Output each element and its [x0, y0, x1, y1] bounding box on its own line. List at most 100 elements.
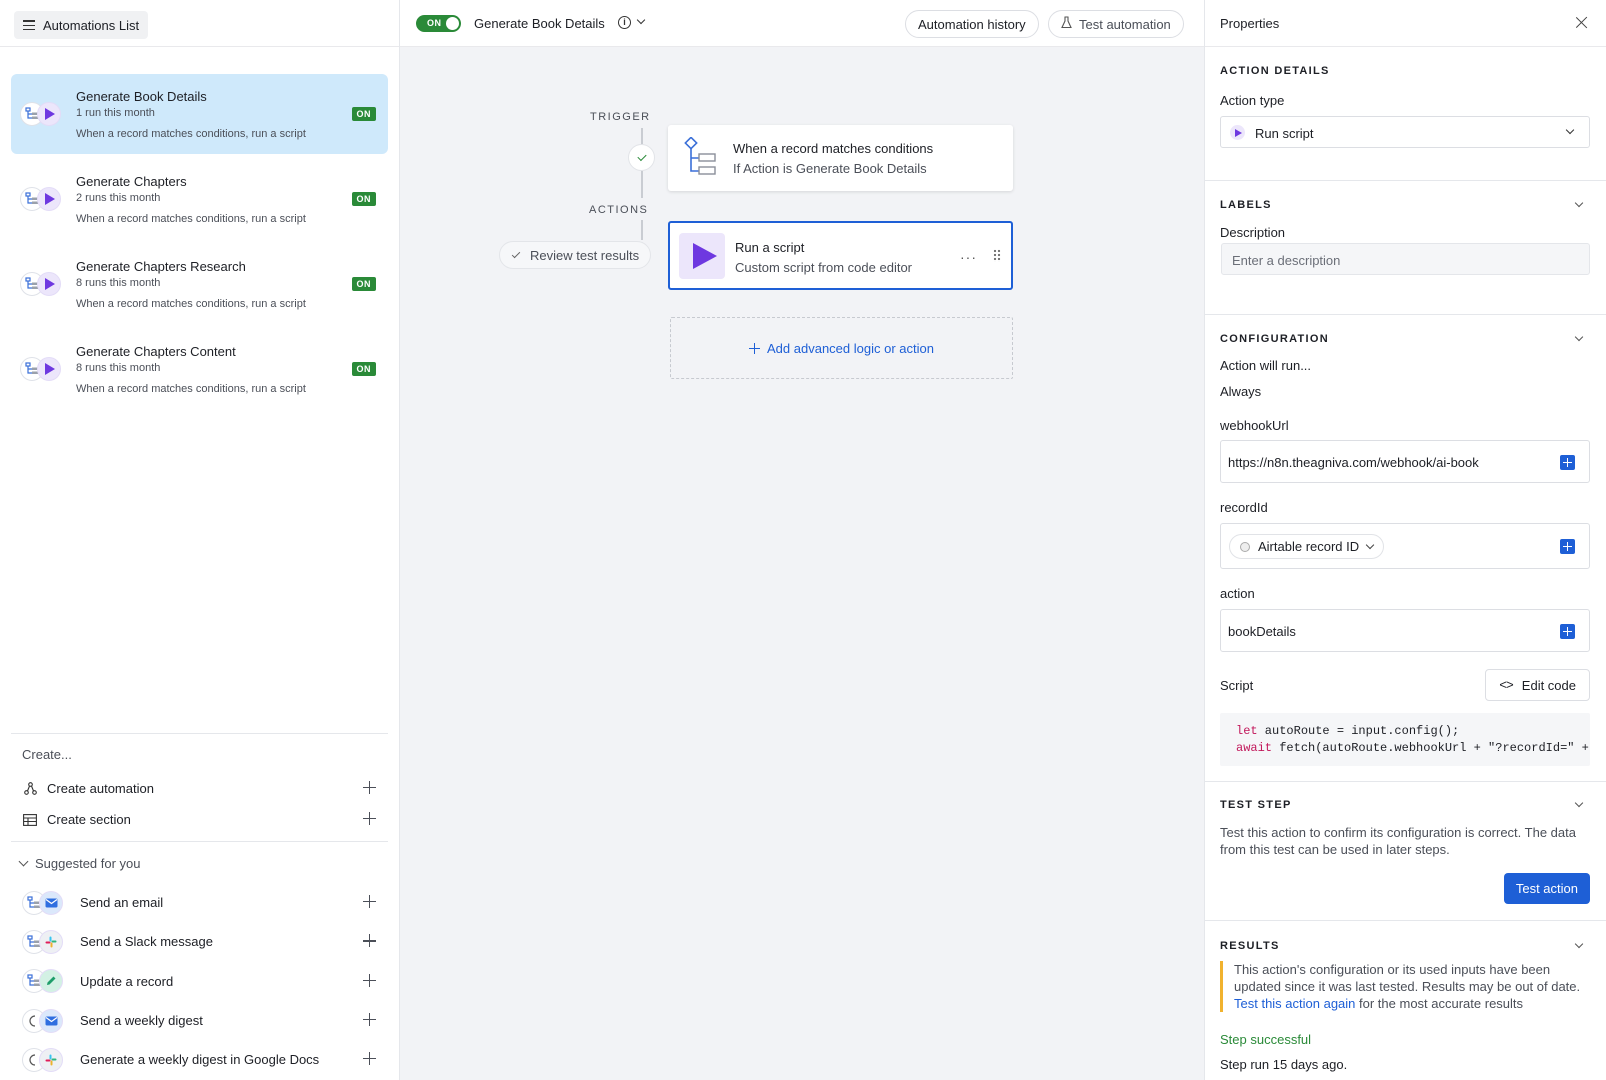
run-script-icon: [37, 357, 61, 381]
results-heading: RESULTS: [1220, 940, 1280, 952]
create-section-label: Create section: [47, 812, 131, 827]
suggestion-weekly-digest[interactable]: Send a weekly digest: [11, 1001, 388, 1040]
add-logic-or-action-button[interactable]: Add advanced logic or action: [670, 317, 1013, 379]
automation-history-button[interactable]: Automation history: [905, 10, 1039, 38]
record-id-field[interactable]: Airtable record ID: [1220, 523, 1590, 569]
status-badge: ON: [351, 107, 376, 121]
description-input[interactable]: Enter a description: [1221, 243, 1590, 275]
warning-text-end: for the most accurate results: [1355, 996, 1524, 1011]
trigger-card[interactable]: When a record matches conditions If Acti…: [668, 125, 1013, 191]
create-section-row[interactable]: Create section: [11, 804, 388, 835]
automation-item-generate-chapters[interactable]: Generate Chapters 2 runs this month When…: [11, 159, 388, 239]
action-field[interactable]: bookDetails: [1220, 609, 1590, 652]
flow-connector: [641, 128, 643, 144]
run-script-icon: [1230, 125, 1245, 140]
chevron-down-icon[interactable]: [1574, 332, 1584, 342]
action-card-title: Run a script: [735, 240, 805, 255]
action-type-label: Action type: [1220, 93, 1285, 108]
status-badge: ON: [351, 192, 376, 206]
plus-icon[interactable]: [363, 973, 376, 987]
suggestion-send-email[interactable]: Send an email: [11, 883, 388, 922]
insert-value-icon[interactable]: [1560, 539, 1575, 554]
plus-icon: [749, 342, 761, 354]
create-automation-label: Create automation: [47, 781, 154, 796]
add-logic-label: Add advanced logic or action: [767, 340, 934, 356]
automation-item-generate-chapters-content[interactable]: Generate Chapters Content 8 runs this mo…: [11, 329, 388, 409]
action-card-subtitle: Custom script from code editor: [735, 260, 913, 275]
trigger-check-icon: [628, 144, 655, 171]
script-preview[interactable]: let autoRoute = input.config(); await fe…: [1220, 713, 1590, 766]
automation-name: Generate Chapters Content: [76, 344, 236, 359]
properties-header: Properties: [1205, 0, 1606, 47]
airtable-record-id-token[interactable]: Airtable record ID: [1229, 534, 1385, 559]
insert-value-icon[interactable]: [1560, 624, 1575, 639]
suggested-section: Suggested for you Send an email Send a S…: [11, 841, 388, 1079]
slack-icon: [39, 929, 63, 954]
more-options-icon[interactable]: ···: [960, 249, 977, 265]
automation-runs: 1 run this month: [76, 107, 155, 119]
automation-on-toggle[interactable]: ON: [416, 15, 461, 32]
chevron-down-icon: [1565, 125, 1575, 135]
trigger-card-title: When a record matches conditions: [733, 141, 934, 156]
test-automation-button[interactable]: Test automation: [1048, 10, 1184, 38]
code-keyword: await: [1236, 741, 1273, 755]
flask-icon: [1061, 16, 1072, 32]
chevron-down-icon[interactable]: [1574, 198, 1584, 208]
automations-list-button[interactable]: Automations List: [14, 11, 149, 40]
test-action-button[interactable]: Test action: [1503, 873, 1590, 904]
automation-item-generate-chapters-research[interactable]: Generate Chapters Research 8 runs this m…: [11, 244, 388, 324]
info-icon[interactable]: i: [618, 16, 631, 29]
insert-value-icon[interactable]: [1560, 455, 1575, 470]
suggestion-icons: [22, 969, 68, 994]
edit-code-button[interactable]: <> Edit code: [1485, 669, 1590, 701]
automation-name: Generate Chapters Research: [76, 259, 246, 274]
plus-icon[interactable]: [363, 1012, 376, 1026]
action-card-run-script[interactable]: Run a script Custom script from code edi…: [668, 221, 1013, 290]
plus-icon[interactable]: [363, 781, 376, 794]
automation-description: When a record matches conditions, run a …: [76, 213, 306, 225]
create-automation-row[interactable]: Create automation: [11, 773, 388, 804]
suggestion-weekly-digest-google-docs[interactable]: Generate a weekly digest in Google Docs: [11, 1040, 388, 1079]
action-label: action: [1220, 586, 1255, 601]
plus-icon[interactable]: [363, 812, 376, 825]
automations-list-label: Automations List: [43, 17, 140, 33]
test-step-heading: TEST STEP: [1220, 799, 1292, 811]
plus-icon[interactable]: [363, 1052, 376, 1066]
automation-description: When a record matches conditions, run a …: [76, 128, 306, 140]
record-id-value: Airtable record ID: [1258, 539, 1360, 554]
test-automation-label: Test automation: [1079, 16, 1171, 32]
plus-icon[interactable]: [363, 934, 376, 948]
automation-description: When a record matches conditions, run a …: [76, 383, 306, 395]
webhook-url-label: webhookUrl: [1220, 418, 1289, 433]
suggestion-update-record[interactable]: Update a record: [11, 962, 388, 1001]
run-script-icon: [37, 187, 61, 211]
webhook-url-field[interactable]: https://n8n.theagniva.com/webhook/ai-boo…: [1220, 440, 1590, 483]
suggestion-send-slack[interactable]: Send a Slack message: [11, 922, 388, 961]
automation-title[interactable]: Generate Book Details: [474, 16, 605, 31]
review-test-results-button[interactable]: Review test results: [499, 241, 652, 269]
chevron-down-icon[interactable]: [1574, 939, 1584, 949]
automation-item-generate-book-details[interactable]: Generate Book Details 1 run this month W…: [11, 74, 388, 154]
action-type-select[interactable]: Run script: [1220, 116, 1590, 148]
action-value: bookDetails: [1228, 624, 1296, 639]
run-script-icon: [37, 272, 61, 296]
close-icon[interactable]: [1575, 16, 1588, 29]
automation-icons: [20, 357, 64, 381]
suggestion-label: Update a record: [80, 973, 174, 989]
drag-handle-icon[interactable]: [993, 249, 1001, 262]
configuration-heading: CONFIGURATION: [1220, 333, 1329, 345]
test-again-link[interactable]: Test this action again: [1234, 996, 1355, 1011]
chevron-down-icon[interactable]: [636, 15, 646, 25]
edit-code-label: Edit code: [1521, 677, 1576, 693]
warning-text: This action's configuration or its used …: [1234, 962, 1581, 994]
chevron-down-icon: [18, 856, 29, 867]
code-icon: <>: [1499, 677, 1514, 693]
suggestion-label: Generate a weekly digest in Google Docs: [80, 1052, 320, 1068]
plus-icon[interactable]: [363, 895, 376, 908]
trigger-label: TRIGGER: [590, 111, 651, 123]
automation-canvas: ON Generate Book Details i Automation hi…: [400, 0, 1204, 1080]
chevron-down-icon[interactable]: [1574, 798, 1584, 808]
suggested-toggle[interactable]: Suggested for you: [11, 856, 388, 871]
test-step-text: Test this action to confirm its configur…: [1220, 825, 1576, 857]
suggestion-icons: [22, 1008, 68, 1033]
